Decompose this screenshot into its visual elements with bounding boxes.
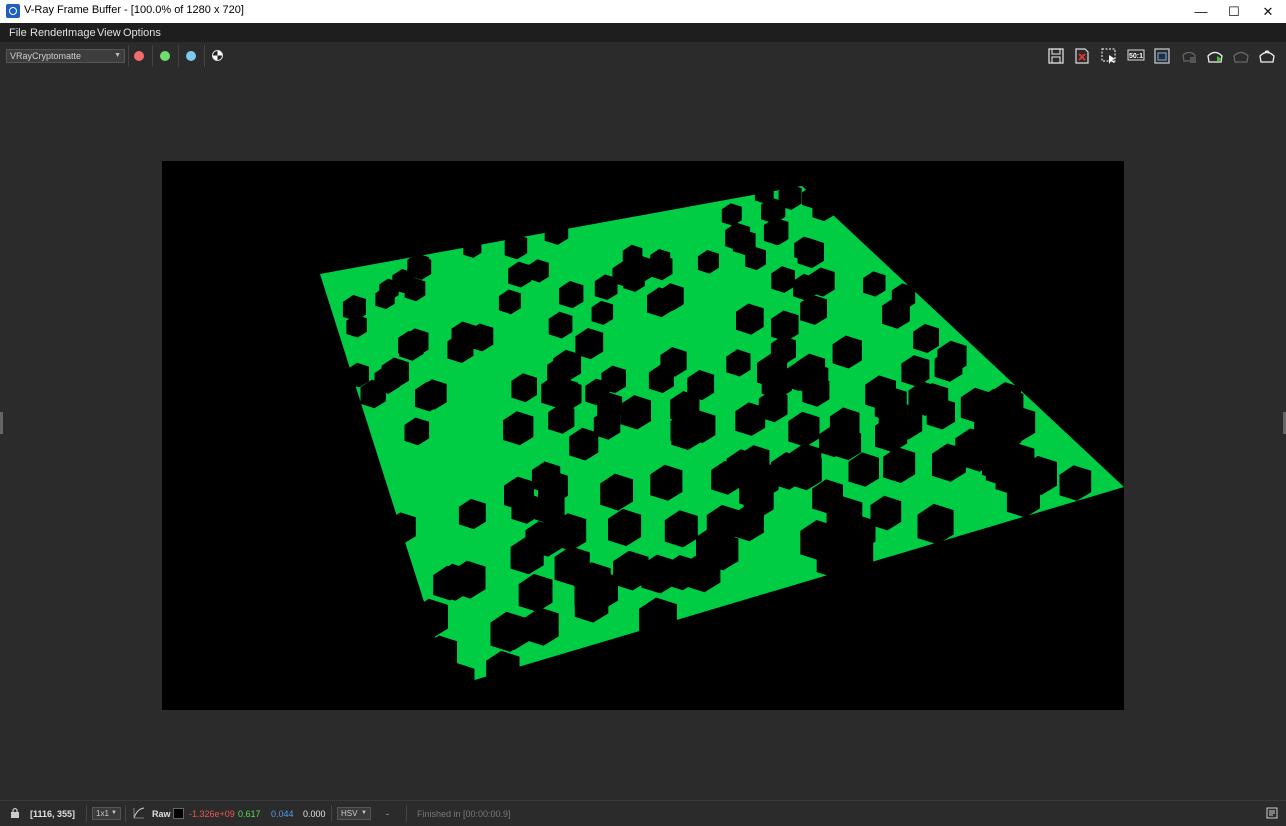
toolbar-divider — [178, 45, 179, 67]
color-space-dropdown[interactable]: HSV ▼ — [337, 807, 371, 820]
toolbar-divider — [152, 45, 153, 67]
image-viewport[interactable] — [0, 70, 1286, 800]
render-icon[interactable] — [1206, 47, 1224, 65]
status-divider — [331, 805, 332, 822]
stop-render-icon[interactable] — [1180, 47, 1198, 65]
render-status-message: Finished in [00:00:00.9] — [417, 809, 511, 819]
maximize-button[interactable]: ☐ — [1217, 0, 1251, 23]
region-render-icon[interactable] — [1100, 47, 1118, 65]
curve-icon[interactable] — [133, 807, 145, 819]
menu-image[interactable]: Image — [65, 27, 96, 39]
status-divider — [125, 805, 126, 822]
cryptomatte-render — [320, 182, 1124, 701]
status-dash: - — [386, 809, 389, 819]
window-title: V-Ray Frame Buffer - [100.0% of 1280 x 7… — [24, 4, 244, 16]
red-channel-toggle[interactable] — [134, 51, 144, 61]
menu-file[interactable]: File — [9, 27, 27, 39]
minimize-button[interactable]: — — [1184, 0, 1218, 23]
green-channel-toggle[interactable] — [160, 51, 170, 61]
monochrome-toggle-icon[interactable] — [212, 50, 223, 61]
color-space-value: HSV — [341, 809, 358, 818]
pixel-coordinates: [1116, 355] — [30, 809, 76, 819]
green-value: 0.617 — [238, 809, 261, 819]
menu-options[interactable]: Options — [123, 27, 161, 39]
menu-bar: File Render Image View Options — [0, 23, 1286, 42]
rendered-image[interactable] — [162, 161, 1124, 710]
compare-icon[interactable]: 50:1 — [1127, 47, 1145, 65]
toolbar-divider — [128, 45, 129, 67]
channel-dropdown-value: VRayCryptomatte — [10, 51, 82, 61]
window-icon[interactable] — [1153, 47, 1171, 65]
lock-icon[interactable] — [9, 807, 21, 819]
render-disabled-icon[interactable] — [1232, 47, 1250, 65]
teapot-icon[interactable] — [1258, 47, 1276, 65]
menu-render[interactable]: Render — [30, 27, 66, 39]
clear-image-icon[interactable] — [1073, 47, 1091, 65]
status-bar: [1116, 355] 1x1 ▼ Raw -1.326e+09 0.617 0… — [0, 800, 1286, 826]
left-panel-handle[interactable] — [0, 412, 3, 434]
log-icon[interactable] — [1266, 807, 1278, 819]
channel-dropdown[interactable]: VRayCryptomatte ▼ — [6, 49, 125, 63]
sample-size-value: 1x1 — [96, 809, 109, 818]
close-button[interactable]: ✕ — [1251, 0, 1285, 23]
status-divider — [86, 805, 87, 822]
toolbar: VRayCryptomatte ▼ 50:1 — [0, 42, 1286, 70]
color-swatch — [173, 808, 184, 819]
vray-app-icon — [6, 4, 20, 18]
blue-channel-toggle[interactable] — [186, 51, 196, 61]
title-bar: V-Ray Frame Buffer - [100.0% of 1280 x 7… — [0, 0, 1286, 23]
toolbar-divider — [204, 45, 205, 67]
zoom-badge-text: 50:1 — [1129, 53, 1143, 60]
menu-view[interactable]: View — [97, 27, 121, 39]
red-value: -1.326e+09 — [189, 809, 235, 819]
color-mode-label: Raw — [152, 809, 171, 819]
save-icon[interactable] — [1047, 47, 1065, 65]
status-divider — [406, 805, 407, 822]
sample-size-dropdown[interactable]: 1x1 ▼ — [92, 807, 121, 820]
chevron-down-icon: ▼ — [111, 810, 117, 816]
chevron-down-icon: ▼ — [114, 52, 121, 59]
blue-value: 0.044 — [271, 809, 294, 819]
chevron-down-icon: ▼ — [361, 810, 367, 816]
alpha-value: 0.000 — [303, 809, 326, 819]
